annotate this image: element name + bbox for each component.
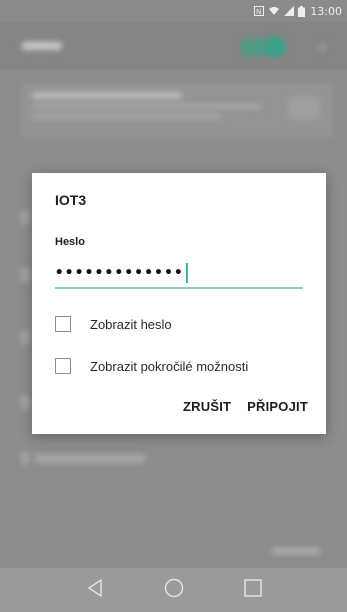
background-wifi-icon [20, 330, 30, 344]
back-button[interactable] [77, 572, 113, 608]
wifi-signal-icon [268, 6, 280, 16]
cellular-signal-icon [284, 6, 295, 16]
background-card-text [32, 104, 262, 109]
connect-button[interactable]: PŘIPOJIT [247, 399, 308, 414]
background-card-text [32, 114, 222, 119]
battery-icon [298, 5, 306, 17]
password-label: Heslo [55, 236, 85, 248]
background-bottom-button [272, 547, 320, 555]
dialog-actions: ZRUŠIT PŘIPOJIT [183, 399, 308, 414]
wifi-password-dialog: IOT3 Heslo ••••••••••••• Zobrazit heslo … [32, 173, 326, 434]
status-bar: N 13:00 [0, 0, 347, 22]
background-card-title [32, 92, 182, 99]
background-row-text [35, 454, 145, 463]
advanced-options-label: Zobrazit pokročilé možnosti [90, 358, 249, 374]
background-switch-knob [266, 37, 286, 57]
svg-text:N: N [256, 8, 261, 16]
background-wifi-icon [20, 210, 30, 224]
home-icon [164, 578, 184, 602]
background-wifi-icon [20, 395, 30, 409]
password-input[interactable]: ••••••••••••• [55, 259, 303, 289]
background-wifi-icon [20, 268, 30, 282]
cancel-button[interactable]: ZRUŠIT [183, 399, 231, 414]
password-value: ••••••••••••• [55, 265, 185, 281]
recents-icon [243, 579, 262, 601]
back-icon [87, 579, 103, 601]
background-card-button [288, 97, 320, 119]
dialog-title: IOT3 [55, 192, 87, 208]
background-row-icon [20, 452, 30, 464]
navigation-bar [0, 568, 347, 612]
background-title [22, 42, 62, 50]
text-cursor [186, 263, 189, 283]
show-password-label: Zobrazit heslo [90, 316, 172, 332]
background-overflow-icon [319, 44, 326, 51]
status-clock: 13:00 [310, 4, 342, 18]
show-password-checkbox[interactable] [55, 316, 71, 332]
advanced-options-checkbox[interactable] [55, 358, 71, 374]
advanced-options-option[interactable]: Zobrazit pokročilé možnosti [55, 353, 315, 379]
nfc-icon: N [254, 6, 265, 16]
home-button[interactable] [156, 572, 192, 608]
recents-button[interactable] [235, 572, 271, 608]
show-password-option[interactable]: Zobrazit heslo [55, 311, 315, 337]
